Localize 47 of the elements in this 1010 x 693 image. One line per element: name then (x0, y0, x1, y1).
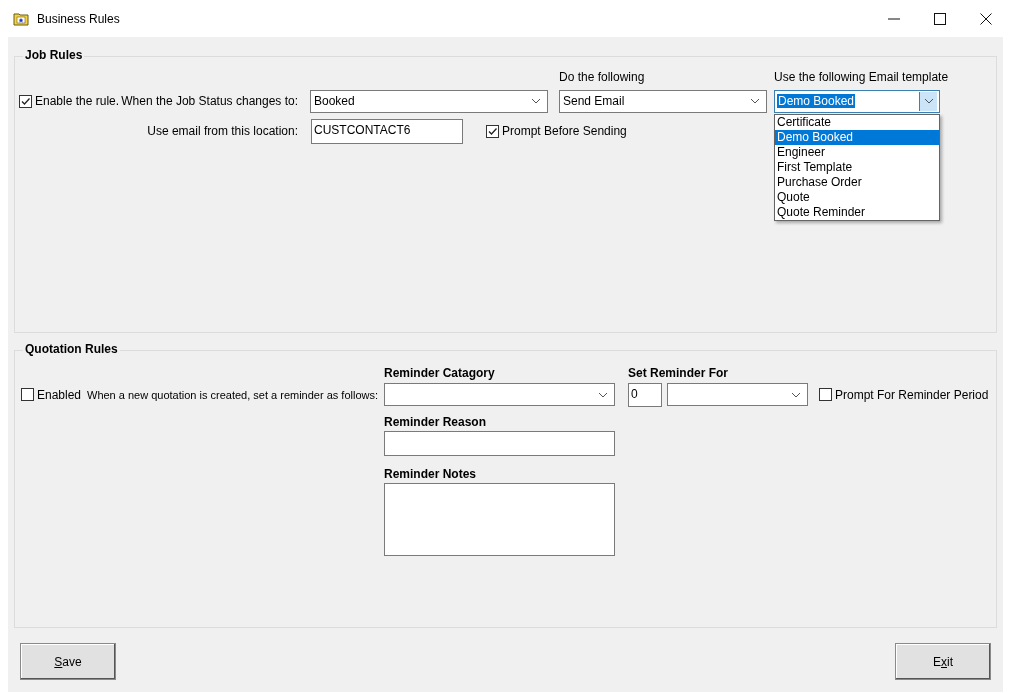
dropdown-option[interactable]: Quote Reminder (775, 204, 939, 220)
maximize-icon[interactable] (934, 12, 946, 25)
checkbox[interactable] (19, 94, 32, 108)
chevron-down-icon (750, 98, 760, 104)
template-dropdown[interactable]: Demo Booked (774, 89, 940, 113)
field-label: Do the following (559, 70, 645, 86)
enabled-checkbox[interactable]: Enabled (21, 387, 87, 402)
close-icon[interactable] (980, 12, 992, 25)
dropdown-option[interactable]: Quote (775, 189, 939, 205)
field-label: Use the following Email template (774, 70, 949, 86)
minimize-icon[interactable] (888, 17, 900, 20)
field-label: Reminder Reason (384, 415, 488, 431)
status-dropdown[interactable]: Booked (310, 89, 548, 113)
group-title: Job Rules (23, 48, 85, 62)
checkbox[interactable] (486, 124, 499, 138)
field-label: When the Job Status changes to: (120, 94, 298, 108)
dropdown-option[interactable]: Certificate (775, 114, 939, 130)
enable-checkbox[interactable]: Enable the rule. (19, 94, 119, 108)
email-location-field[interactable]: CUSTCONTACT6 (311, 118, 463, 144)
chevron-down-icon (923, 98, 934, 104)
field-label: Reminder Notes (384, 467, 478, 483)
dropdown-option[interactable]: First Template (775, 159, 939, 175)
reason-field[interactable] (384, 431, 615, 456)
prompt-checkbox[interactable]: Prompt Before Sending (486, 124, 767, 138)
field-label: Reminder Catagory (384, 366, 496, 382)
period-dropdown[interactable] (667, 383, 808, 406)
description-label: When a new quotation is created, set a reminder as follows: (87, 388, 377, 401)
dropdown-option[interactable]: Engineer (775, 144, 939, 160)
group-title: Quotation Rules (23, 342, 120, 356)
dialog-button[interactable]: Save (20, 643, 116, 680)
field-label: Set Reminder For (628, 366, 730, 382)
dropdown-option[interactable]: Purchase Order (775, 174, 939, 190)
dialog-button[interactable]: Exit (895, 643, 991, 680)
category-dropdown[interactable] (384, 383, 615, 406)
reminder-count-field[interactable]: 0 (628, 382, 662, 407)
folder-icon (13, 11, 29, 26)
action-dropdown[interactable]: Send Email (559, 89, 767, 113)
prompt-period-checkbox[interactable]: Prompt For Reminder Period (819, 387, 989, 402)
checkbox[interactable] (819, 388, 832, 401)
window-title: Business Rules (37, 11, 120, 26)
checkbox[interactable] (21, 388, 34, 401)
notes-field[interactable] (384, 483, 615, 556)
field-label: Use email from this location: (146, 124, 298, 138)
chevron-down-icon (598, 391, 608, 398)
dropdown-option[interactable]: Demo Booked (775, 129, 939, 145)
chevron-down-icon (531, 98, 541, 104)
chevron-down-icon (791, 391, 801, 398)
